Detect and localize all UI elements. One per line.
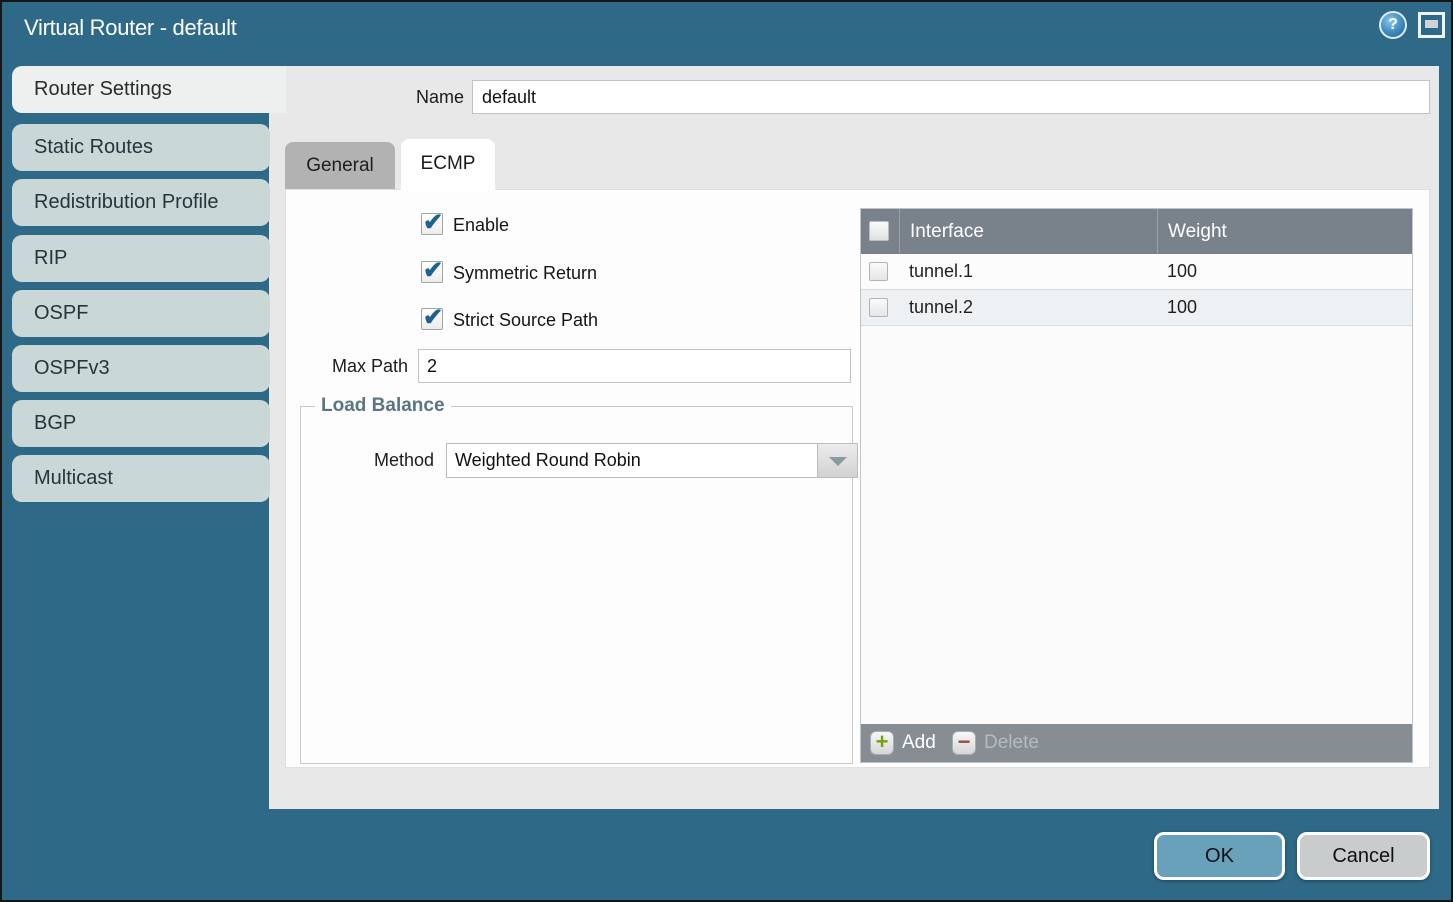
ok-button[interactable]: OK [1154, 832, 1285, 880]
sidebar-item-ospfv3[interactable]: OSPFv3 [12, 345, 270, 392]
titlebar: Virtual Router - default ? [2, 2, 1451, 66]
dialog-title: Virtual Router - default [24, 15, 237, 41]
checkmark-icon [423, 208, 443, 237]
name-label: Name [364, 80, 464, 114]
strict-source-path-label: Strict Source Path [453, 308, 598, 332]
row-checkbox[interactable] [869, 262, 888, 281]
symmetric-return-label: Symmetric Return [453, 261, 597, 285]
symmetric-return-checkbox[interactable] [421, 261, 443, 283]
table-row[interactable]: tunnel.1 100 [861, 254, 1412, 290]
plus-icon: + [870, 731, 894, 755]
row-checkbox-cell [861, 254, 899, 289]
cancel-button[interactable]: Cancel [1297, 832, 1430, 880]
ecmp-tab-content: Enable Symmetric Return Strict Source Pa… [285, 189, 1430, 768]
help-icon[interactable]: ? [1379, 11, 1407, 39]
max-path-input[interactable] [418, 349, 851, 383]
tab-general[interactable]: General [285, 142, 395, 189]
table-row[interactable]: tunnel.2 100 [861, 290, 1412, 326]
sidebar-item-static-routes[interactable]: Static Routes [12, 124, 270, 171]
max-path-label: Max Path [304, 349, 408, 383]
enable-checkbox[interactable] [421, 213, 443, 235]
row-checkbox[interactable] [869, 298, 888, 317]
sidebar-item-ospf[interactable]: OSPF [12, 290, 270, 337]
window-dock-icon[interactable] [1418, 12, 1445, 38]
checkmark-icon [423, 303, 443, 332]
name-input[interactable] [472, 80, 1430, 114]
table-toolbar: + Add − Delete [861, 724, 1412, 762]
interface-column-header: Interface [899, 209, 1157, 254]
sidebar-item-bgp[interactable]: BGP [12, 400, 270, 447]
tab-ecmp[interactable]: ECMP [401, 139, 495, 191]
strict-source-path-checkbox[interactable] [421, 308, 443, 330]
method-input[interactable] [446, 443, 818, 478]
method-label: Method [341, 443, 434, 478]
method-dropdown-button[interactable] [818, 443, 858, 478]
sidebar-item-router-settings[interactable]: Router Settings [12, 66, 286, 113]
chevron-down-icon [829, 457, 847, 466]
interface-cell: tunnel.2 [899, 290, 1157, 325]
row-checkbox-cell [861, 290, 899, 325]
interface-cell: tunnel.1 [899, 254, 1157, 289]
weight-cell: 100 [1157, 290, 1412, 325]
dialog-body-panel: Name General ECMP Enable Symmetric Retur… [269, 66, 1439, 809]
delete-button-label: Delete [984, 731, 1039, 755]
virtual-router-dialog: Virtual Router - default ? Name General … [0, 0, 1453, 902]
window-dock-icon-inner [1425, 20, 1438, 28]
enable-label: Enable [453, 213, 509, 237]
table-header: Interface Weight [861, 209, 1412, 254]
checkmark-icon [423, 256, 443, 285]
load-balance-group: Load Balance Method [300, 406, 853, 764]
sidebar-item-rip[interactable]: RIP [12, 235, 270, 282]
minus-icon: − [952, 731, 976, 755]
select-all-checkbox[interactable] [869, 221, 889, 241]
sidebar-item-redistribution-profile[interactable]: Redistribution Profile [12, 179, 270, 226]
method-combobox [446, 443, 858, 478]
weight-column-header: Weight [1157, 209, 1412, 254]
add-button-label: Add [902, 731, 936, 755]
sidebar-item-multicast[interactable]: Multicast [12, 455, 270, 502]
interface-table: Interface Weight tunnel.1 100 tunnel.2 1… [860, 208, 1413, 763]
load-balance-legend: Load Balance [315, 395, 451, 417]
header-checkbox-cell [861, 209, 899, 254]
weight-cell: 100 [1157, 254, 1412, 289]
